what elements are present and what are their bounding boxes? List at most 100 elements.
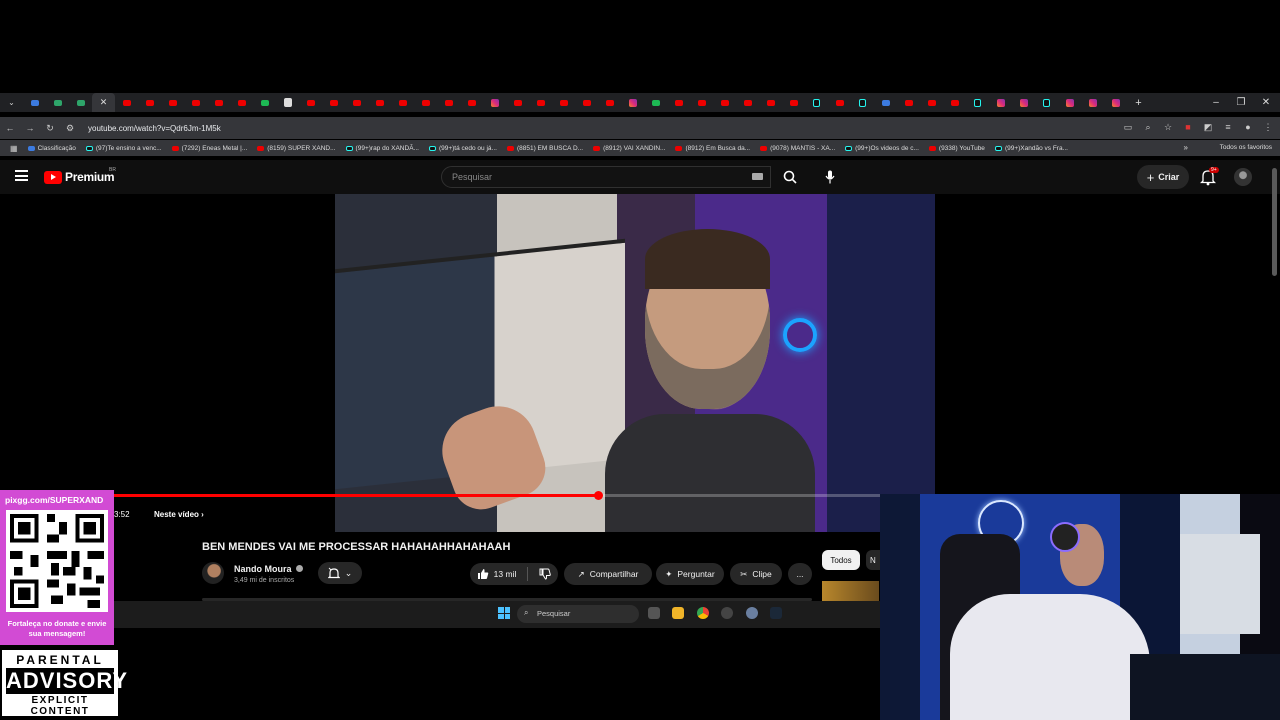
tab[interactable] — [713, 93, 736, 112]
bookmark-item[interactable]: (99+)Os videos de c... — [845, 145, 919, 152]
tab[interactable] — [299, 93, 322, 112]
bookmark-item[interactable]: (99+)tá cedo ou já... — [428, 145, 497, 152]
channel-avatar[interactable] — [202, 562, 224, 584]
tab[interactable] — [828, 93, 851, 112]
tab[interactable] — [575, 93, 598, 112]
bookmark-item[interactable]: (9078) MANTIS - XA... — [760, 145, 835, 152]
tab[interactable] — [667, 93, 690, 112]
hamburger-menu-icon[interactable] — [15, 170, 28, 181]
extension-icon[interactable]: ■ — [1182, 121, 1194, 133]
tab-list-button[interactable]: ⌄ — [0, 93, 23, 112]
tab[interactable] — [276, 93, 299, 112]
tab[interactable] — [506, 93, 529, 112]
progress-scrubber[interactable] — [593, 491, 603, 500]
forward-icon[interactable]: → — [20, 123, 40, 133]
bookmark-item[interactable]: (8159) SUPER XAND... — [257, 145, 336, 152]
tab[interactable] — [69, 93, 92, 112]
tab[interactable] — [483, 93, 506, 112]
tab[interactable] — [782, 93, 805, 112]
apps-grid-icon[interactable]: ▦ — [10, 144, 18, 153]
tab[interactable] — [161, 93, 184, 112]
tab[interactable] — [851, 93, 874, 112]
minimize-icon[interactable]: – — [1204, 93, 1228, 112]
voice-search-button[interactable] — [818, 166, 842, 188]
file-explorer-icon[interactable] — [672, 607, 684, 619]
tab[interactable] — [529, 93, 552, 112]
search-input[interactable]: Pesquisar — [441, 166, 771, 188]
tab[interactable] — [184, 93, 207, 112]
search-button[interactable] — [772, 166, 808, 188]
chrome-icon[interactable] — [697, 607, 709, 619]
tab[interactable] — [414, 93, 437, 112]
task-view-icon[interactable] — [648, 607, 660, 619]
tab[interactable] — [1081, 93, 1104, 112]
tab[interactable] — [138, 93, 161, 112]
tab[interactable] — [115, 93, 138, 112]
tab[interactable] — [966, 93, 989, 112]
tab[interactable] — [46, 93, 69, 112]
bookmark-item[interactable]: (8851) EM BUSCA D... — [506, 145, 583, 152]
site-info-icon[interactable]: ⚙ — [60, 123, 80, 134]
tab[interactable] — [897, 93, 920, 112]
media-icon[interactable]: ≡ — [1222, 121, 1234, 133]
share-button[interactable]: ↗ Compartilhar — [564, 563, 652, 585]
subscription-notifications-button[interactable]: ⌄ — [318, 562, 362, 584]
youtube-logo[interactable]: Premium BR — [44, 167, 116, 184]
bookmark-item[interactable]: (99+)Xandão vs Fra... — [994, 145, 1068, 152]
like-button[interactable]: 13 mil — [477, 568, 516, 580]
tab[interactable] — [253, 93, 276, 112]
steam-icon[interactable] — [770, 607, 782, 619]
settings-gear-icon[interactable] — [746, 607, 758, 619]
tab[interactable] — [621, 93, 644, 112]
back-icon[interactable]: ← — [0, 123, 20, 133]
bookmark-item[interactable]: Classificação — [27, 145, 76, 152]
tab-active[interactable]: ✕ — [92, 93, 115, 112]
tab[interactable] — [391, 93, 414, 112]
tab[interactable] — [23, 93, 46, 112]
tab[interactable] — [690, 93, 713, 112]
chip-next[interactable]: N — [866, 550, 880, 570]
more-actions-button[interactable]: ... — [788, 563, 812, 585]
tab[interactable] — [1035, 93, 1058, 112]
extensions-puzzle-icon[interactable]: ◩ — [1202, 121, 1214, 133]
tab[interactable] — [345, 93, 368, 112]
url-field[interactable]: youtube.com/watch?v=Qdr6Jm-1M5k — [88, 124, 221, 133]
all-bookmarks-folder[interactable]: Todos os favoritos — [1220, 144, 1272, 151]
zoom-icon[interactable]: ⌕ — [1142, 121, 1154, 133]
tab[interactable] — [805, 93, 828, 112]
tab[interactable] — [1012, 93, 1035, 112]
reload-icon[interactable]: ↻ — [40, 123, 60, 134]
tab[interactable] — [943, 93, 966, 112]
tab[interactable] — [598, 93, 621, 112]
install-app-icon[interactable]: ▭ — [1122, 121, 1134, 133]
tab[interactable] — [644, 93, 667, 112]
tab[interactable] — [736, 93, 759, 112]
tab[interactable] — [460, 93, 483, 112]
keyboard-icon[interactable] — [752, 173, 763, 180]
dislike-button[interactable] — [539, 568, 552, 580]
bookmark-star-icon[interactable]: ☆ — [1162, 121, 1174, 133]
tab[interactable] — [207, 93, 230, 112]
tab[interactable] — [552, 93, 575, 112]
windows-start-icon[interactable] — [498, 607, 510, 619]
bookmark-item[interactable]: (8912) VAI XANDIN... — [593, 145, 665, 152]
chip-all[interactable]: Todos — [822, 550, 860, 570]
tab[interactable] — [759, 93, 782, 112]
chapter-link[interactable]: Neste vídeo › — [154, 510, 204, 519]
profile-icon[interactable]: ● — [1242, 121, 1254, 133]
clip-button[interactable]: ✂ Clipe — [730, 563, 782, 585]
chevron-right-icon[interactable]: » — [1184, 143, 1188, 152]
create-button[interactable]: + Criar — [1137, 165, 1189, 189]
ask-button[interactable]: ✦ Perguntar — [656, 563, 724, 585]
tab[interactable] — [368, 93, 391, 112]
bookmark-item[interactable]: (8912) Em Busca da... — [675, 145, 750, 152]
bookmark-item[interactable]: (99+)rap do XANDÃ... — [345, 145, 419, 152]
bookmark-item[interactable]: (9338) YouTube — [928, 145, 985, 152]
close-window-icon[interactable]: ✕ — [1254, 93, 1278, 112]
menu-dots-icon[interactable]: ⋮ — [1262, 121, 1274, 133]
channel-name[interactable]: Nando Moura — [234, 564, 292, 574]
taskbar-search-input[interactable]: Pesquisar — [517, 605, 639, 623]
app-icon[interactable] — [721, 607, 733, 619]
tab[interactable] — [437, 93, 460, 112]
tab[interactable] — [989, 93, 1012, 112]
